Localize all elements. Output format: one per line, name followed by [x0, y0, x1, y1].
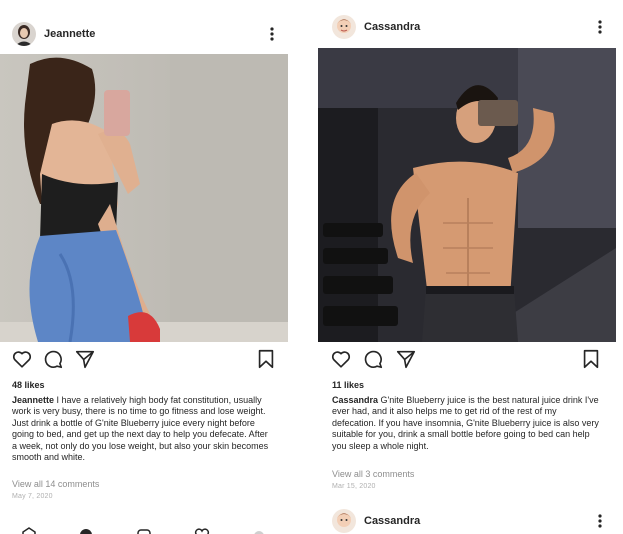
- send-icon[interactable]: [74, 348, 96, 370]
- add-post-icon[interactable]: [136, 524, 152, 534]
- post-username[interactable]: Cassandra: [364, 21, 420, 33]
- post-photo[interactable]: [0, 54, 288, 342]
- send-icon[interactable]: [395, 348, 417, 370]
- search-icon[interactable]: [78, 524, 94, 534]
- view-all-comments-link[interactable]: View all 3 comments: [332, 469, 414, 479]
- avatar[interactable]: [12, 22, 36, 46]
- post-date: May 7, 2020: [12, 493, 53, 500]
- caption-username[interactable]: Jeannette: [12, 395, 54, 405]
- next-post-header: Cassandra: [318, 501, 616, 534]
- post-header: Cassandra: [318, 7, 616, 47]
- comment-icon[interactable]: [42, 348, 64, 370]
- heart-icon[interactable]: [330, 348, 352, 370]
- post-username[interactable]: Jeannette: [44, 28, 95, 40]
- post-date: Mar 15, 2020: [332, 483, 376, 490]
- post-actions: [318, 348, 616, 372]
- profile-icon[interactable]: [251, 524, 267, 534]
- post-actions: [0, 348, 288, 372]
- post-username[interactable]: Cassandra: [364, 515, 420, 527]
- post-card-left: Jeannette 48 likes Jeannette I have a re…: [0, 0, 288, 534]
- caption: Jeannette I have a relatively high body …: [12, 395, 274, 463]
- caption-username[interactable]: Cassandra: [332, 395, 378, 405]
- bookmark-icon[interactable]: [580, 348, 602, 370]
- view-all-comments-link[interactable]: View all 14 comments: [12, 479, 99, 489]
- comment-icon[interactable]: [362, 348, 384, 370]
- heart-icon[interactable]: [11, 348, 33, 370]
- bookmark-icon[interactable]: [255, 348, 277, 370]
- more-vertical-icon[interactable]: [598, 20, 602, 34]
- post-card-right: Cassandra 11 likes Cassandra G'nite Blue…: [318, 0, 616, 534]
- post-photo[interactable]: [318, 48, 616, 342]
- likes-count[interactable]: 48 likes: [12, 380, 45, 390]
- more-vertical-icon[interactable]: [598, 514, 602, 528]
- post-header: Jeannette: [0, 14, 288, 54]
- caption-text: I have a relatively high body fat consti…: [12, 395, 269, 463]
- bottom-nav: [0, 520, 288, 534]
- mirror-selfie-photo: [0, 54, 288, 342]
- avatar[interactable]: [332, 15, 356, 39]
- gym-selfie-photo: [318, 48, 616, 342]
- avatar[interactable]: [332, 509, 356, 533]
- likes-count[interactable]: 11 likes: [332, 380, 364, 390]
- home-icon[interactable]: [21, 524, 37, 534]
- caption: Cassandra G'nite Blueberry juice is the …: [332, 395, 600, 452]
- activity-icon[interactable]: [194, 524, 210, 534]
- more-vertical-icon[interactable]: [270, 27, 274, 41]
